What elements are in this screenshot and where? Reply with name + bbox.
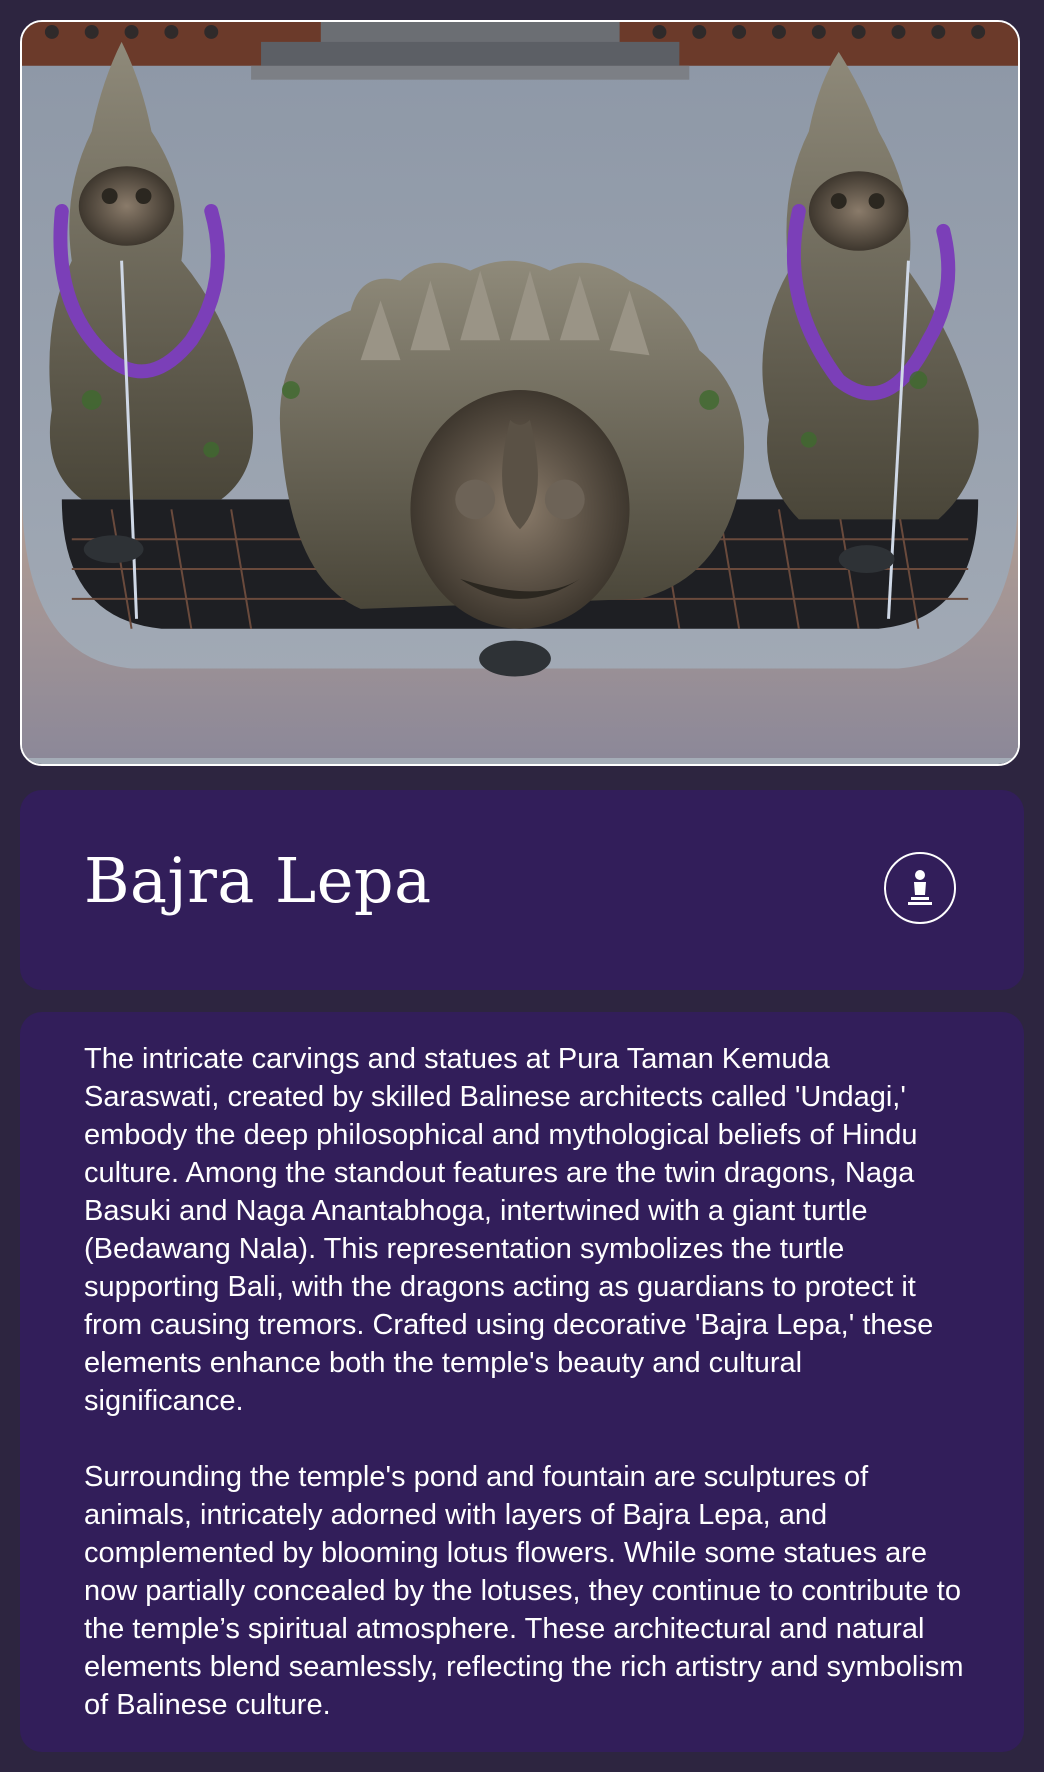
hero-photo: [20, 20, 1020, 766]
statue-icon: [908, 870, 932, 905]
statue-button[interactable]: [884, 852, 956, 924]
statue-fountain-image: [22, 22, 1018, 764]
description-card: The intricate carvings and statues at Pu…: [20, 1012, 1024, 1752]
title-card: Bajra Lepa: [20, 790, 1024, 990]
description-paragraph: The intricate carvings and statues at Pu…: [84, 1043, 934, 1417]
description-paragraph: Surrounding the temple's pond and founta…: [84, 1461, 964, 1721]
page-title: Bajra Lepa: [84, 844, 432, 917]
